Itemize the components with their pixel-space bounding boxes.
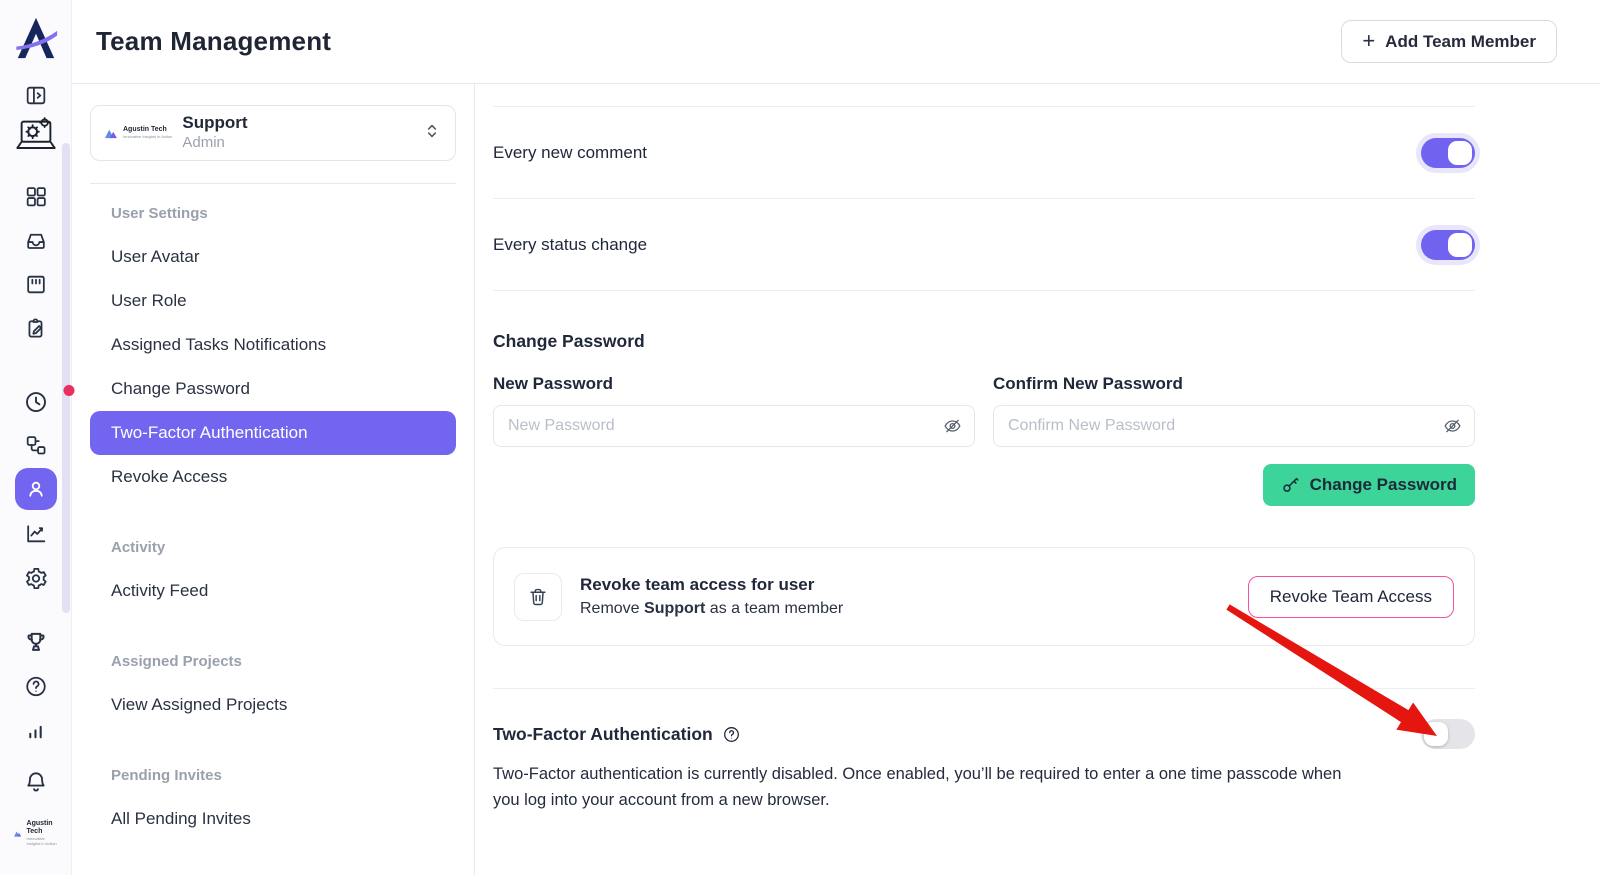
clipboard-edit-icon[interactable] [23,316,48,341]
nav-heading-pending-invites: Pending Invites [90,753,456,797]
confirm-password-input[interactable] [993,405,1475,447]
toggle-knob [1424,722,1448,746]
settings-gear-icon[interactable] [23,566,48,591]
revoke-team-access-button[interactable]: Revoke Team Access [1248,576,1454,618]
selected-user-role: Admin [182,133,247,153]
page-header: Team Management + Add Team Member [72,0,1600,84]
every-new-comment-toggle[interactable] [1421,138,1475,168]
nav-item-user-role[interactable]: User Role [90,279,456,323]
add-team-member-label: Add Team Member [1385,32,1536,52]
password-fields: New Password Confirm New Passw [493,374,1475,447]
main-content: Every new comment Every status change Ch… [475,84,1600,875]
brand-tagline: Innovative Insights in Action [123,135,172,140]
toggle-knob [1448,233,1472,257]
change-password-button[interactable]: Change Password [1263,464,1475,506]
reports-bars-icon[interactable] [23,718,48,743]
help-circle-icon[interactable] [23,674,48,699]
inbox-tray-icon[interactable] [23,228,48,253]
trash-icon-box [514,573,562,621]
unfold-chevrons-icon [422,120,442,147]
plus-icon: + [1362,30,1375,52]
time-clock-alert-icon[interactable] [0,388,71,415]
divider [90,183,456,184]
revoke-card-title: Revoke team access for user [580,575,843,595]
brand-mountains-icon [13,827,23,840]
nav-heading-assigned-projects: Assigned Projects [90,639,456,683]
revoke-card-subtitle: Remove Support as a team member [580,600,843,618]
revoke-access-card: Revoke team access for user Remove Suppo… [493,547,1475,646]
team-member-active-icon[interactable] [15,468,57,510]
two-factor-toggle[interactable] [1421,719,1475,749]
brand-tagline: Innovative Insights in Action [27,837,59,847]
linked-nodes-icon[interactable] [23,433,48,458]
settings-nav-panel: Agustin Tech Innovative Insights in Acti… [72,84,475,875]
icon-sidebar: Agustin Tech Innovative Insights in Acti… [0,0,72,875]
workstation-laptop-gear-icon[interactable] [13,113,59,159]
achievements-trophy-icon[interactable] [23,629,49,655]
new-password-label: New Password [493,374,975,394]
revoke-user-name: Support [644,600,705,617]
toggle-row-every-status-change: Every status change [493,199,1475,290]
dashboard-grid-icon[interactable] [23,184,48,209]
nav-item-view-assigned-projects[interactable]: View Assigned Projects [90,683,456,727]
two-factor-row: Two-Factor Authentication [493,719,1475,749]
nav-item-revoke-access[interactable]: Revoke Access [90,455,456,499]
brand-a-logo-icon [13,14,59,64]
confirm-password-label: Confirm New Password [993,374,1475,394]
toggle-knob [1448,141,1472,165]
user-avatar-logo: Agustin Tech Innovative Insights in Acti… [104,126,172,140]
team-management-page: Agustin Tech Innovative Insights in Acti… [0,0,1600,875]
brand-mountains-icon [104,126,120,140]
app-logo[interactable] [13,14,59,64]
divider [493,688,1475,689]
nav-item-change-password[interactable]: Change Password [90,367,456,411]
toggle-row-every-new-comment: Every new comment [493,107,1475,198]
change-password-heading: Change Password [493,331,1475,352]
every-status-change-toggle[interactable] [1421,230,1475,260]
key-icon [1281,475,1301,495]
divider [493,290,1475,291]
eye-off-icon[interactable] [942,416,963,437]
trash-icon [527,586,549,608]
user-selector-dropdown[interactable]: Agustin Tech Innovative Insights in Acti… [90,105,456,161]
collapse-panel-icon[interactable] [23,83,48,108]
analytics-line-chart-icon[interactable] [23,521,48,546]
eye-off-icon[interactable] [1442,416,1463,437]
notifications-bell-icon[interactable] [23,769,49,795]
nav-heading-user-settings: User Settings [90,191,456,235]
sidebar-scrollbar[interactable] [62,143,70,613]
nav-item-user-avatar[interactable]: User Avatar [90,235,456,279]
nav-heading-activity: Activity [90,525,456,569]
nav-item-assigned-tasks-notifications[interactable]: Assigned Tasks Notifications [90,323,456,367]
toggle-label: Every status change [493,235,647,255]
two-factor-description: Two-Factor authentication is currently d… [493,761,1349,814]
sidebar-brand-footer: Agustin Tech Innovative Insights in Acti… [13,820,58,846]
change-password-button-label: Change Password [1310,475,1457,495]
nav-item-all-pending-invites[interactable]: All Pending Invites [90,797,456,841]
brand-name: Agustin Tech [27,820,59,837]
selected-user-name: Support [182,113,247,133]
toggle-label: Every new comment [493,143,647,163]
page-title: Team Management [96,26,331,57]
new-password-input[interactable] [493,405,975,447]
kanban-board-icon[interactable] [23,272,48,297]
settings-nav-list: User Settings User Avatar User Role Assi… [90,191,456,841]
two-factor-heading: Two-Factor Authentication [493,724,713,745]
add-team-member-button[interactable]: + Add Team Member [1341,20,1557,63]
help-tooltip-icon[interactable] [722,725,741,744]
nav-item-activity-feed[interactable]: Activity Feed [90,569,456,613]
nav-item-two-factor-authentication[interactable]: Two-Factor Authentication [90,411,456,455]
notification-dot [63,385,74,396]
